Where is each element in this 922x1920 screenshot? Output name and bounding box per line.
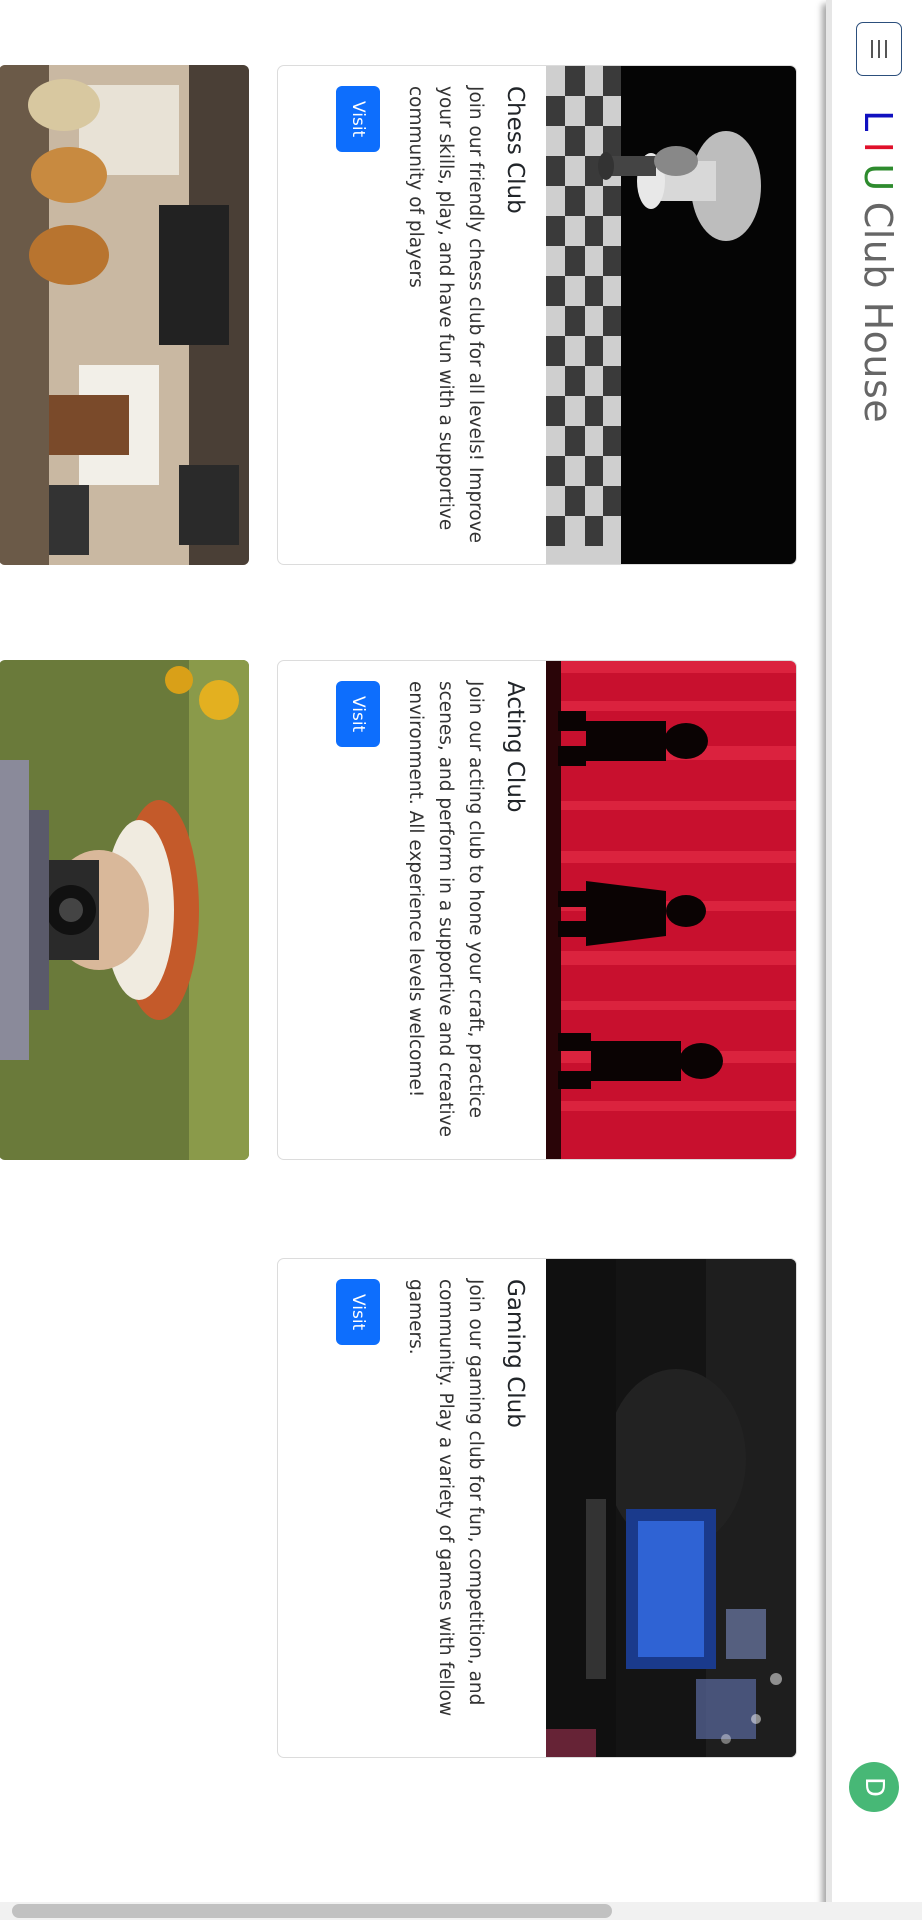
brand-title: Club House xyxy=(856,201,900,424)
page-rotated-view: L I U Club House D Chess Club Join our f… xyxy=(0,0,922,1920)
card-body: Chess Club Join our friendly chess club … xyxy=(318,66,546,564)
menu-toggle-button[interactable] xyxy=(856,22,902,76)
visit-button-gaming[interactable]: Visit xyxy=(336,1279,380,1346)
brand-letter-i: I xyxy=(856,141,900,154)
club-card-acting: Acting Club Join our acting club to hone… xyxy=(277,660,797,1160)
avatar-initial: D xyxy=(859,1776,889,1798)
horizontal-scrollbar[interactable] xyxy=(0,1902,922,1920)
visit-button-chess[interactable]: Visit xyxy=(336,86,380,153)
gaming-setup-photo xyxy=(546,1259,796,1757)
card-description: Join our acting club to hone your craft,… xyxy=(405,681,486,1137)
photographer-photo xyxy=(0,660,249,1160)
scrollbar-thumb[interactable] xyxy=(12,1904,612,1918)
card-description: Join our friendly chess club for all lev… xyxy=(405,86,486,544)
hamburger-icon xyxy=(871,40,887,58)
visit-button-acting[interactable]: Visit xyxy=(336,681,380,748)
card-title: Acting Club xyxy=(502,681,528,813)
brand-logo[interactable]: L I U Club House xyxy=(848,110,908,423)
stage-silhouettes-photo xyxy=(546,661,796,1159)
card-title: Gaming Club xyxy=(502,1279,528,1428)
chess-pieces-photo xyxy=(546,66,796,564)
brand-letter-u: U xyxy=(856,163,900,192)
user-avatar[interactable]: D xyxy=(849,1762,899,1812)
brand-letter-l: L xyxy=(856,110,900,132)
card-description: Join our gaming club for fun, competitio… xyxy=(405,1279,486,1717)
sports-photo xyxy=(0,1258,249,1758)
club-card-chess: Chess Club Join our friendly chess club … xyxy=(277,65,797,565)
card-body: Gaming Club Join our gaming club for fun… xyxy=(318,1259,546,1757)
club-card-gaming: Gaming Club Join our gaming club for fun… xyxy=(277,1258,797,1758)
navbar: L I U Club House D xyxy=(826,0,922,1920)
music-room-photo xyxy=(0,65,249,565)
card-body: Acting Club Join our acting club to hone… xyxy=(318,661,546,1159)
card-title: Chess Club xyxy=(502,86,528,214)
